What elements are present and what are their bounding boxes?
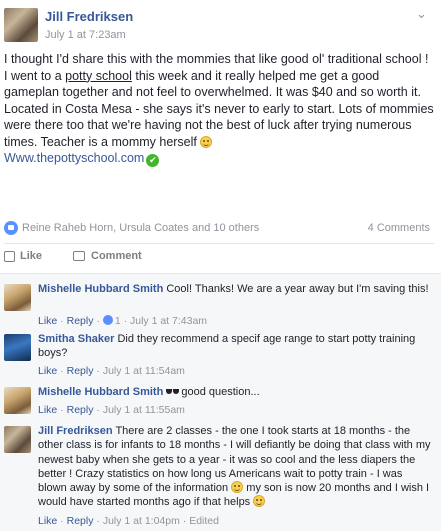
post-link-row: Www.thepottyschool.com ✔: [4, 150, 434, 167]
author-avatar[interactable]: [4, 8, 38, 42]
post-text-fragment: Located in Costa Mesa - she says it's ne…: [4, 101, 434, 149]
checkmark-emoji-icon: ✔: [146, 154, 160, 167]
separator: ·: [120, 315, 130, 327]
commenter-avatar[interactable]: [4, 284, 31, 311]
sunglasses-emoji-icon: [166, 388, 180, 395]
comments-count[interactable]: 4 Comments: [368, 222, 430, 234]
divider: [4, 243, 434, 244]
comment-text: good question...: [181, 386, 260, 398]
commenter-name[interactable]: Mishelle Hubbard Smith: [38, 386, 163, 398]
post-text-line: Located in Costa Mesa - she says it's ne…: [4, 101, 434, 151]
commenter-name[interactable]: Jill Fredriksen: [38, 425, 113, 437]
reactors-text[interactable]: Reine Raheb Horn, Ursula Coates and 10 o…: [22, 222, 259, 234]
comment-button-label: Comment: [91, 250, 142, 262]
separator: ·: [179, 515, 190, 527]
comment-meta: Like · Reply · July 1 at 1:04pm · Edited: [38, 515, 219, 527]
potty-school-link[interactable]: potty school: [65, 69, 132, 83]
post: Jill Fredriksen July 1 at 7:23am ⌄ I tho…: [0, 0, 441, 265]
comments-section: Mishelle Hubbard Smith Cool! Thanks! We …: [0, 273, 441, 531]
chevron-down-icon[interactable]: ⌄: [416, 6, 427, 22]
website-link[interactable]: Www.thepottyschool.com: [4, 151, 144, 165]
comment-reply-link[interactable]: Reply: [67, 365, 94, 377]
comment-body: Mishelle Hubbard Smith good question...: [38, 385, 433, 399]
comment-icon: [73, 251, 85, 261]
post-text-fragment: I went to a: [4, 68, 66, 83]
comment-like-link[interactable]: Like: [38, 404, 57, 416]
separator: ·: [93, 365, 103, 377]
comment-text: Cool! Thanks! We are a year away but I'm…: [166, 283, 429, 295]
reactions-bar: Reine Raheb Horn, Ursula Coates and 10 o…: [4, 220, 434, 236]
commenter-name[interactable]: Smitha Shaker: [38, 333, 114, 345]
like-reaction-icon: [4, 221, 18, 235]
commenter-avatar[interactable]: [4, 334, 31, 361]
post-text-line: I went to a potty school this week and i…: [4, 68, 434, 101]
smile-emoji-icon: [253, 495, 266, 508]
smile-emoji-icon: [231, 481, 244, 494]
like-button[interactable]: Like: [4, 250, 42, 262]
separator: ·: [93, 515, 103, 527]
comment-reply-link[interactable]: Reply: [67, 315, 94, 327]
comment-body: Smitha Shaker Did they recommend a speci…: [38, 332, 433, 361]
like-button-label: Like: [20, 250, 43, 262]
post-timestamp[interactable]: July 1 at 7:23am: [45, 29, 126, 41]
comment-body: Jill Fredriksen There are 2 classes - th…: [38, 424, 433, 510]
comment-timestamp[interactable]: July 1 at 1:04pm: [103, 515, 180, 527]
comment-reply-link[interactable]: Reply: [67, 515, 94, 527]
like-reaction-icon: [102, 315, 113, 325]
thumbs-up-icon: [4, 250, 15, 262]
comment-like-link[interactable]: Like: [38, 315, 57, 327]
post-author-name[interactable]: Jill Fredriksen: [45, 9, 133, 24]
comment-meta: Like · Reply · July 1 at 11:55am: [38, 404, 185, 416]
comment-meta: Like · Reply · July 1 at 11:54am: [38, 365, 185, 377]
comment-body: Mishelle Hubbard Smith Cool! Thanks! We …: [38, 282, 433, 296]
comment-timestamp[interactable]: July 1 at 7:43am: [130, 315, 207, 327]
separator: ·: [93, 404, 103, 416]
post-body: I thought I'd share this with the mommie…: [4, 51, 434, 167]
separator: ·: [57, 515, 67, 527]
post-text-line: I thought I'd share this with the mommie…: [4, 52, 429, 66]
comment-like-link[interactable]: Like: [38, 515, 57, 527]
separator: ·: [57, 315, 67, 327]
separator: ·: [57, 365, 67, 377]
comment-meta: Like · Reply · 1 · July 1 at 7:43am: [38, 315, 207, 327]
comment-timestamp[interactable]: July 1 at 11:55am: [103, 404, 185, 416]
commenter-avatar[interactable]: [4, 426, 31, 453]
edited-label[interactable]: Edited: [189, 515, 219, 527]
comment-timestamp[interactable]: July 1 at 11:54am: [103, 365, 185, 377]
comment-reply-link[interactable]: Reply: [67, 404, 94, 416]
smile-emoji-icon: [200, 135, 213, 148]
separator: ·: [93, 315, 103, 327]
separator: ·: [57, 404, 67, 416]
comment-like-link[interactable]: Like: [38, 365, 57, 377]
commenter-name[interactable]: Mishelle Hubbard Smith: [38, 283, 163, 295]
commenter-avatar[interactable]: [4, 387, 31, 414]
comment-button[interactable]: Comment: [73, 250, 142, 262]
